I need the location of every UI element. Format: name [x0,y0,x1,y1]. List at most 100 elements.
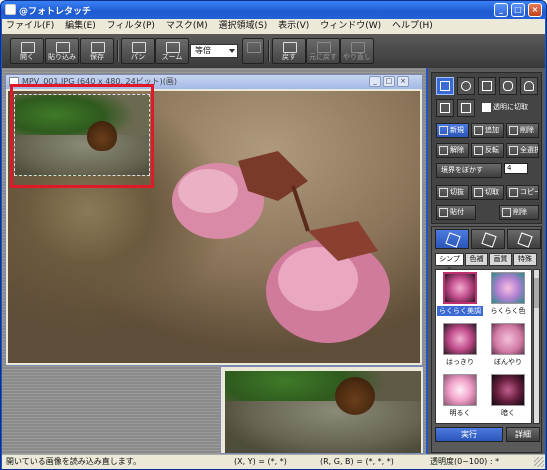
menu-window[interactable]: ウィンドウ(W) [316,19,385,34]
freeform-select-tool[interactable] [499,77,517,95]
tab-filter[interactable] [435,229,469,249]
menu-mask[interactable]: マスク(M) [162,19,212,34]
zoom-select[interactable]: 等倍 [190,44,238,58]
close-button[interactable]: × [528,3,542,17]
maximize-button[interactable]: □ [511,3,525,17]
filter-item[interactable]: らくらく色 [485,272,531,321]
filter-item[interactable]: 暗く [485,374,531,423]
zoom-button[interactable]: ズーム [155,38,189,64]
save-button[interactable]: 保存 [80,38,114,64]
feather-label: 境界をぼかす [441,166,483,174]
paste-selection-button[interactable]: 貼付 [436,205,476,220]
chevron-down-icon [229,49,235,53]
stump-image [225,401,421,453]
pinecone-image [335,377,375,415]
menu-selection[interactable]: 選択領域(S) [215,19,272,34]
undo-button[interactable]: 元に戻す [306,38,340,64]
invert-icon [474,146,483,155]
status-bar: 開いている画像を読み込み直します。 (X, Y) = (*, *) (R, G,… [2,454,545,469]
feather-stepper[interactable]: 4 [504,163,528,174]
tab-brush[interactable] [471,229,505,249]
lasso-select-tool[interactable] [520,77,538,95]
zoom-value: 等倍 [195,46,211,55]
subtab-simple[interactable]: シンプル [435,253,464,274]
open-button[interactable]: 開く [10,38,44,64]
menu-view[interactable]: 表示(V) [274,19,313,34]
polygon-icon [482,81,492,91]
paste-button[interactable]: 貼り込み [45,38,79,64]
brush-icon [247,42,261,53]
menu-file[interactable]: ファイル(F) [2,19,58,34]
filter-item[interactable]: はっきり [437,323,483,372]
menu-help[interactable]: ヘルプ(H) [388,19,437,34]
delete-label: 削除 [513,208,527,216]
resize-grip[interactable] [534,457,544,467]
filter-list: らくらく美調 らくらく色 はっきり ぼんやり 明るく 暗く [435,269,532,424]
transparent-cut-checkbox[interactable]: 透明に切取 [480,101,540,116]
copy-icon [509,188,518,197]
pencil-icon [517,232,533,248]
settings-button[interactable]: 詳細 [506,427,540,442]
title-bar[interactable]: @フォトレタッチ _ □ × [1,1,546,19]
tool-button[interactable] [242,38,264,64]
selection-tools: 透明に切取 新規 追加 削除 解除 反転 全選択 境界をぼかす 4 切抜 切取 … [431,72,542,224]
subtab-special[interactable]: 特殊 [513,253,537,266]
rect-select-tool[interactable] [436,77,454,95]
polygon-select-tool[interactable] [478,77,496,95]
tab-retouch[interactable] [507,229,541,249]
subtract-selection-button[interactable]: 削除 [506,123,539,138]
feather-value: 4 [507,164,512,172]
menu-edit[interactable]: 編集(E) [61,19,100,34]
select-all-label: 全選択 [520,146,539,154]
filter-preview [491,374,525,406]
deselect-button[interactable]: 解除 [436,143,469,158]
feather-button[interactable]: 境界をぼかす [436,163,502,178]
add-selection-button[interactable]: 追加 [471,123,504,138]
open-label: 開く [20,53,34,61]
photo-thumbnail-2 [225,371,421,453]
highlight-box [10,84,154,188]
crop-button[interactable]: 切抜 [436,185,469,200]
document-minimize-button[interactable]: _ [369,76,381,87]
select-all-button[interactable]: 全選択 [506,143,539,158]
filter-preview [491,323,525,355]
toolbar-separator [268,40,270,62]
subtab-color[interactable]: 色補 [465,253,488,266]
status-rgb: (R, G, B) = (*, *, *) [320,457,394,466]
invert-label: 反転 [485,146,499,154]
minimize-button[interactable]: _ [494,3,508,17]
document-close-button[interactable]: × [397,76,409,87]
rectangle-icon [440,81,450,91]
save-label: 保存 [90,53,104,61]
menu-filter[interactable]: フィルタ(P) [103,19,159,34]
copy-label: コピー [520,188,539,196]
filter-item[interactable]: 明るく [437,374,483,423]
crop-label: 切抜 [450,188,464,196]
delete-button[interactable]: 削除 [499,205,539,220]
scrollbar-thumb[interactable] [534,278,539,308]
filter-preview [491,272,525,304]
copy-button[interactable]: コピー [506,185,539,200]
pan-label: パン [130,53,146,61]
redo-label: やり直し [343,53,371,61]
revert-label: 戻す [282,53,296,61]
redo-button[interactable]: やり直し [340,38,374,64]
new-selection-button[interactable]: 新規 [436,123,469,138]
filter-label: ぼんやり [494,358,522,366]
pan-button[interactable]: パン [121,38,155,64]
wand-tool[interactable] [436,99,454,117]
cut-button[interactable]: 切取 [471,185,504,200]
ellipse-select-tool[interactable] [457,77,475,95]
add-label: 追加 [485,126,499,134]
document-window-2[interactable] [220,366,424,454]
wand-tool-2[interactable] [457,99,475,117]
filter-scrollbar[interactable] [533,269,540,424]
invert-button[interactable]: 反転 [471,143,504,158]
status-coords: (X, Y) = (*, *) [234,457,287,466]
apply-button[interactable]: 実行 [435,427,503,442]
subtab-quality[interactable]: 画質 [489,253,512,266]
filter-item[interactable]: らくらく美調 [437,272,483,321]
filter-item[interactable]: ぼんやり [485,323,531,372]
revert-button[interactable]: 戻す [272,38,306,64]
document-maximize-button[interactable]: □ [383,76,395,87]
